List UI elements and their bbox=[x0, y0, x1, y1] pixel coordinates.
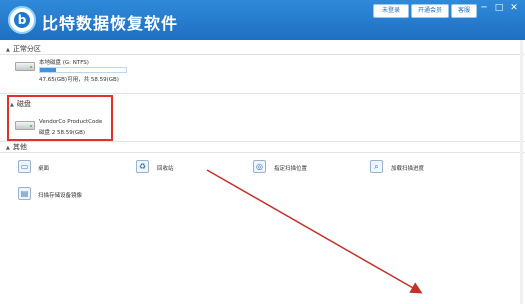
annotation-overlay bbox=[206, 169, 423, 294]
annotation-arrow bbox=[206, 169, 423, 294]
